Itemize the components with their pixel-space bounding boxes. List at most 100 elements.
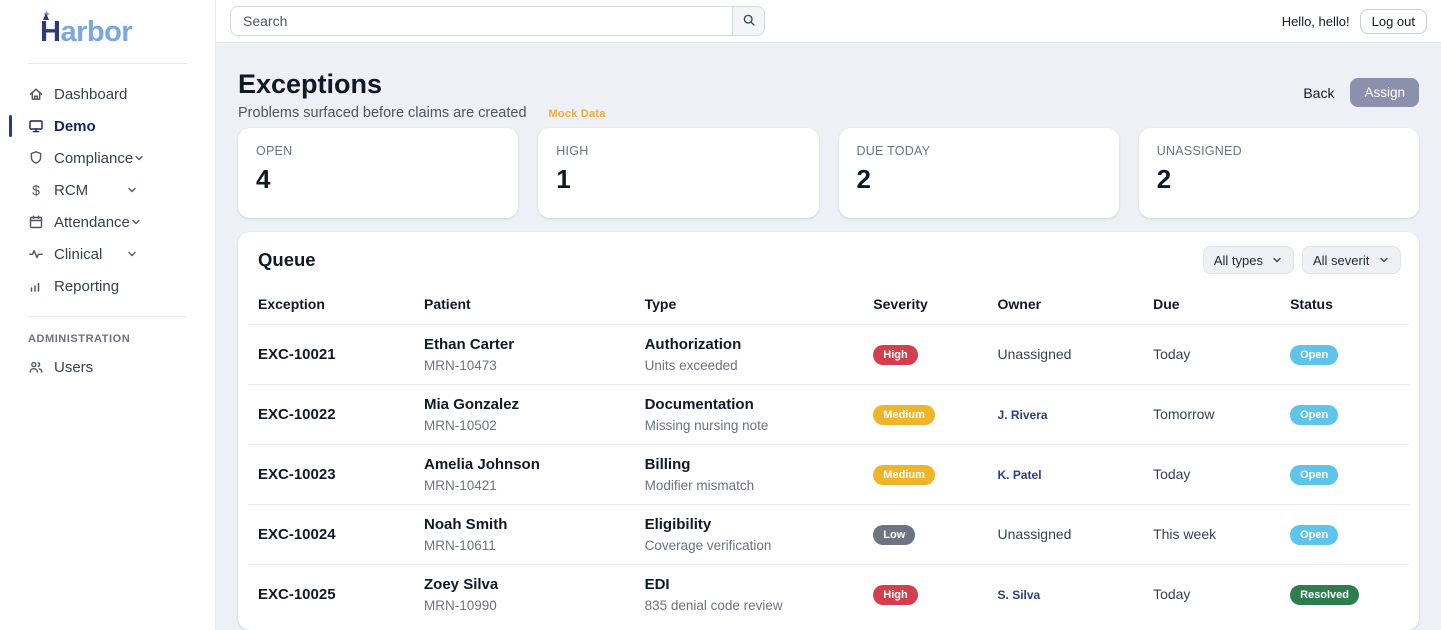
table-header-row: Exception Patient Type Severity Owner Du…: [248, 288, 1409, 325]
stat-label: DUE TODAY: [857, 144, 1101, 158]
shield-icon: [28, 150, 44, 166]
main-area: Hello, hello! Log out Exceptions Problem…: [216, 0, 1441, 630]
patient-mrn: MRN-10502: [424, 417, 625, 434]
stat-value: 2: [1157, 164, 1401, 195]
owner-cell: Unassigned: [998, 346, 1072, 362]
table-row[interactable]: EXC-10024 Noah Smith MRN-10611 Eligibili…: [248, 505, 1409, 565]
logout-button[interactable]: Log out: [1360, 9, 1427, 34]
due-cell: Today: [1153, 466, 1190, 482]
owner-cell: J. Rivera: [998, 408, 1048, 422]
sidebar-item-dashboard[interactable]: Dashboard: [0, 78, 160, 110]
users-icon: [28, 359, 44, 375]
exception-type: Billing: [645, 455, 854, 474]
page-title: Exceptions: [238, 68, 606, 100]
patient-mrn: MRN-10473: [424, 357, 625, 374]
severity-badge: Medium: [873, 465, 935, 485]
page-content: Exceptions Problems surfaced before clai…: [216, 43, 1441, 630]
sidebar-item-clinical[interactable]: Clinical: [0, 238, 160, 270]
sidebar-item-label: Users: [54, 359, 93, 376]
brand-rest: arbor: [60, 16, 132, 48]
queue-title: Queue: [258, 249, 316, 271]
exception-id: EXC-10021: [258, 346, 336, 363]
exception-detail: Modifier mismatch: [645, 477, 854, 494]
severity-badge: Low: [873, 525, 915, 545]
owner-cell: K. Patel: [998, 468, 1042, 482]
search-input[interactable]: [231, 7, 732, 35]
sidebar-item-label: Compliance: [54, 150, 133, 167]
exception-id: EXC-10025: [258, 586, 336, 603]
table-row[interactable]: EXC-10022 Mia Gonzalez MRN-10502 Documen…: [248, 385, 1409, 445]
stat-card-due-today: DUE TODAY 2: [839, 128, 1119, 218]
patient-mrn: MRN-10421: [424, 477, 625, 494]
stat-label: UNASSIGNED: [1157, 144, 1401, 158]
chevron-down-icon: [126, 248, 138, 260]
activity-icon: [28, 246, 44, 262]
search-button[interactable]: [732, 7, 764, 35]
stat-label: OPEN: [256, 144, 500, 158]
bar-chart-icon: [28, 278, 44, 294]
due-cell: Tomorrow: [1153, 406, 1214, 422]
sidebar-item-label: Attendance: [54, 214, 130, 231]
stat-card-unassigned: UNASSIGNED 2: [1139, 128, 1419, 218]
patient-name: Zoey Silva: [424, 575, 625, 594]
exception-type: Eligibility: [645, 515, 854, 534]
assign-button[interactable]: Assign: [1350, 78, 1419, 107]
back-button[interactable]: Back: [1301, 81, 1336, 105]
column-header: Owner: [988, 288, 1144, 325]
patient-mrn: MRN-10611: [424, 537, 625, 554]
search-icon: [742, 13, 756, 30]
exception-type: Documentation: [645, 395, 854, 414]
chevron-down-icon: [1378, 254, 1390, 266]
page-header: Exceptions Problems surfaced before clai…: [238, 68, 1419, 121]
type-filter-value: All types: [1214, 253, 1263, 268]
queue-table: Exception Patient Type Severity Owner Du…: [248, 288, 1409, 624]
exception-id: EXC-10024: [258, 526, 336, 543]
exception-detail: Units exceeded: [645, 357, 854, 374]
column-header: Type: [635, 288, 864, 325]
sidebar-item-rcm[interactable]: $ RCM: [0, 174, 160, 206]
chevron-down-icon: [130, 216, 142, 228]
stat-card-open: OPEN 4: [238, 128, 518, 218]
monitor-icon: [28, 118, 44, 134]
status-badge: Open: [1290, 525, 1338, 545]
active-indicator: [9, 115, 12, 137]
sidebar-item-compliance[interactable]: Compliance: [0, 142, 160, 174]
topbar: Hello, hello! Log out: [216, 0, 1441, 43]
patient-mrn: MRN-10990: [424, 597, 625, 614]
column-header: Severity: [863, 288, 987, 325]
exception-detail: 835 denial code review: [645, 597, 854, 614]
sidebar-nav: Dashboard Demo Compliance: [0, 78, 215, 302]
severity-filter-select[interactable]: All severities: [1302, 246, 1401, 274]
column-header: Due: [1143, 288, 1280, 325]
chevron-down-icon: [126, 184, 138, 196]
sidebar-item-users[interactable]: Users: [0, 351, 160, 383]
greeting-text: Hello, hello!: [1282, 14, 1350, 29]
sidebar-item-label: Clinical: [54, 246, 102, 263]
column-header: Patient: [414, 288, 635, 325]
app-root: ✦ Harbor Dashboard Demo: [0, 0, 1441, 630]
stat-label: HIGH: [556, 144, 800, 158]
type-filter-select[interactable]: All types: [1203, 246, 1294, 274]
due-cell: This week: [1153, 526, 1216, 542]
sidebar-item-label: Reporting: [54, 278, 119, 295]
sidebar-item-reporting[interactable]: Reporting: [0, 270, 160, 302]
brand-logo[interactable]: ✦ Harbor: [0, 0, 215, 59]
sidebar-divider: [28, 316, 187, 317]
patient-name: Noah Smith: [424, 515, 625, 534]
patient-name: Mia Gonzalez: [424, 395, 625, 414]
chevron-down-icon: [1271, 254, 1283, 266]
table-row[interactable]: EXC-10023 Amelia Johnson MRN-10421 Billi…: [248, 445, 1409, 505]
search-group: [230, 6, 765, 36]
sidebar-item-label: Demo: [54, 118, 96, 135]
exception-detail: Missing nursing note: [645, 417, 854, 434]
table-row[interactable]: EXC-10021 Ethan Carter MRN-10473 Authori…: [248, 325, 1409, 385]
stats-row: OPEN 4 HIGH 1 DUE TODAY 2 UNASSIGNED 2: [238, 128, 1419, 218]
status-badge: Open: [1290, 405, 1338, 425]
dollar-icon: $: [28, 182, 44, 198]
sidebar-item-attendance[interactable]: Attendance: [0, 206, 160, 238]
home-icon: [28, 86, 44, 102]
sidebar-item-demo[interactable]: Demo: [0, 110, 160, 142]
patient-name: Ethan Carter: [424, 335, 625, 354]
table-row[interactable]: EXC-10025 Zoey Silva MRN-10990 EDI 835 d…: [248, 565, 1409, 625]
severity-badge: High: [873, 345, 917, 365]
